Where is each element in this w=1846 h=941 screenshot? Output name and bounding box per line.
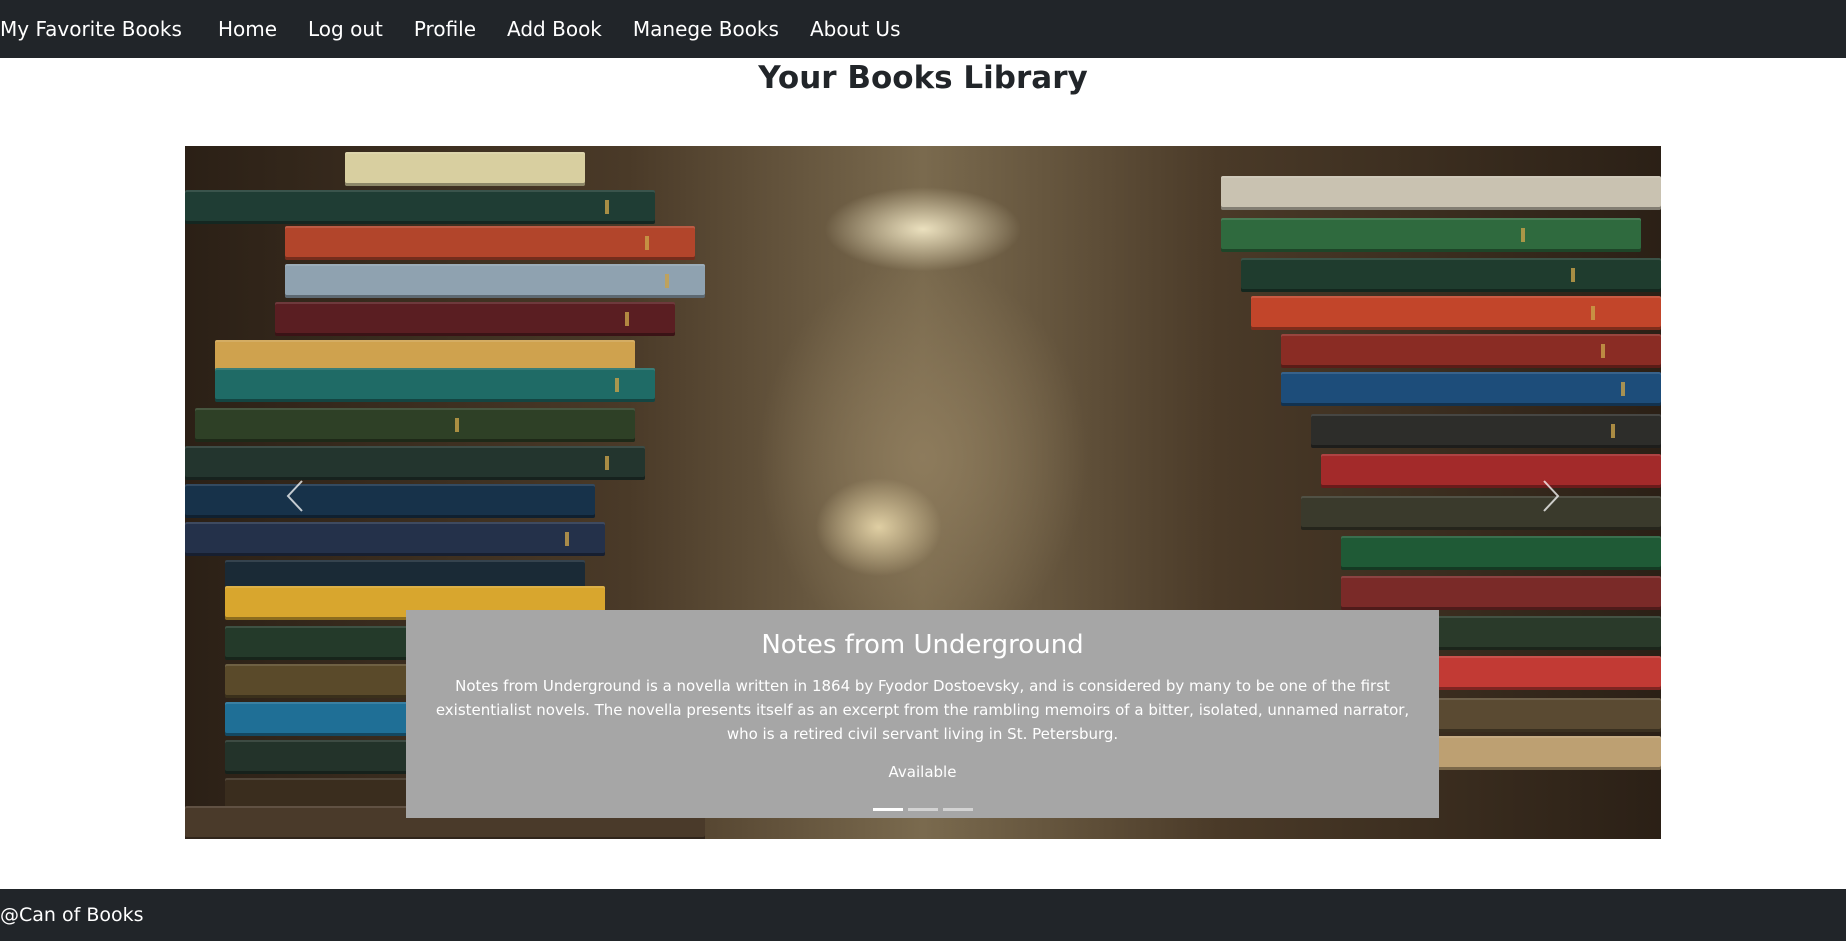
footer: @Can of Books [0,889,1846,941]
nav-link-logout[interactable]: Log out [308,17,383,41]
carousel-caption: Notes from Underground Notes from Underg… [406,610,1439,818]
nav-link-add-book[interactable]: Add Book [507,17,602,41]
carousel-indicators [185,808,1661,811]
carousel-indicator-2[interactable] [908,808,938,811]
brand-link[interactable]: My Favorite Books [0,17,182,41]
nav-link-about-us[interactable]: About Us [810,17,901,41]
chevron-right-icon [1543,480,1560,512]
chevron-left-icon [286,480,303,512]
carousel-prev-button[interactable] [260,466,330,526]
nav-link-home[interactable]: Home [218,17,277,41]
carousel-indicator-3[interactable] [943,808,973,811]
page-title: Your Books Library [758,60,1088,96]
nav-link-manage-books[interactable]: Manege Books [633,17,779,41]
book-status: Available [888,763,957,781]
nav-link-profile[interactable]: Profile [414,17,476,41]
book-title: Notes from Underground [761,630,1084,660]
carousel-indicator-1[interactable] [873,808,903,811]
nav-links: Home Log out Profile Add Book Manege Boo… [218,17,932,41]
books-carousel: Notes from Underground Notes from Underg… [185,146,1661,839]
footer-text: @Can of Books [0,904,144,926]
book-description: Notes from Underground is a novella writ… [435,677,1410,743]
top-navbar: My Favorite Books Home Log out Profile A… [0,0,1846,58]
carousel-next-button[interactable] [1516,466,1586,526]
